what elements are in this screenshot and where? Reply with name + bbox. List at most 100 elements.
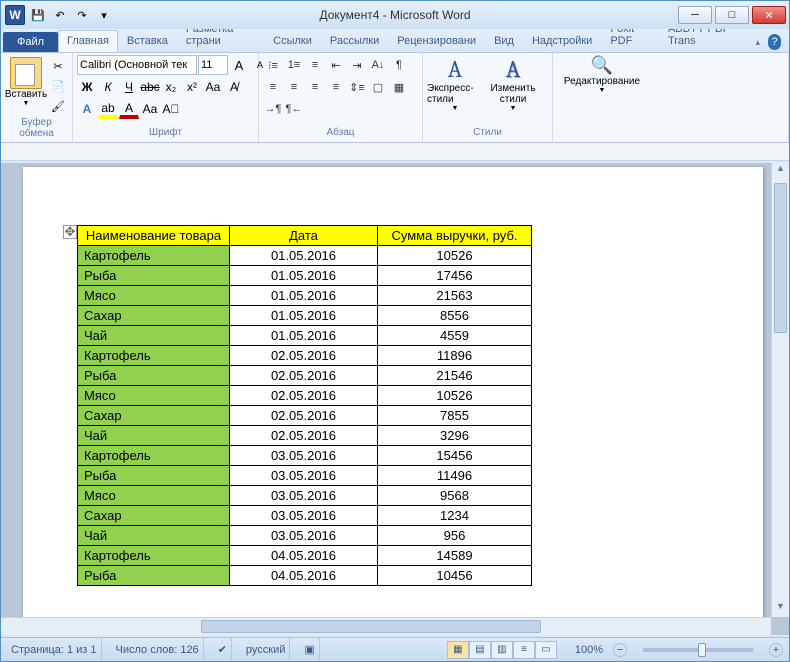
table-row[interactable]: Картофель04.05.201614589 — [78, 546, 532, 566]
table-row[interactable]: Чай02.05.20163296 — [78, 426, 532, 446]
word-icon[interactable]: W — [5, 5, 25, 25]
close-button[interactable]: ✕ — [752, 6, 786, 24]
table-row[interactable]: Мясо01.05.201621563 — [78, 286, 532, 306]
zoom-slider-thumb[interactable] — [698, 643, 706, 657]
table-cell[interactable]: 8556 — [378, 306, 532, 326]
draft-view-button[interactable]: ▭ — [535, 641, 557, 659]
sort-button[interactable]: A↓ — [368, 55, 388, 75]
maximize-button[interactable]: □ — [715, 6, 749, 24]
status-language[interactable]: русский — [242, 638, 290, 661]
cut-icon[interactable]: ✂ — [49, 57, 67, 75]
reading-view-button[interactable]: ▤ — [469, 641, 491, 659]
bullets-button[interactable]: ⁝≡ — [263, 55, 283, 75]
ruler[interactable] — [1, 143, 789, 161]
quick-styles-button[interactable]: A Экспресс-стили ▼ — [427, 55, 483, 112]
table-cell[interactable]: 02.05.2016 — [230, 426, 378, 446]
save-icon[interactable]: 💾 — [29, 6, 47, 24]
table-cell[interactable]: 15456 — [378, 446, 532, 466]
table-cell[interactable]: Чай — [78, 326, 230, 346]
borders-button[interactable]: ▦ — [389, 77, 409, 97]
table-cell[interactable]: 02.05.2016 — [230, 386, 378, 406]
table-row[interactable]: Чай03.05.2016956 — [78, 526, 532, 546]
decrease-indent-button[interactable]: ⇤ — [326, 55, 346, 75]
undo-icon[interactable]: ↶ — [51, 6, 69, 24]
table-header[interactable]: Наименование товара — [78, 226, 230, 246]
minimize-button[interactable]: ─ — [678, 6, 712, 24]
table-cell[interactable]: 02.05.2016 — [230, 406, 378, 426]
enclose-char-button[interactable]: A⃝ — [161, 99, 181, 119]
table-cell[interactable]: Рыба — [78, 366, 230, 386]
copy-icon[interactable]: 📄 — [49, 77, 67, 95]
web-view-button[interactable]: ▥ — [491, 641, 513, 659]
justify-button[interactable]: ≡ — [326, 77, 346, 97]
table-header[interactable]: Сумма выручки, руб. — [378, 226, 532, 246]
table-cell[interactable]: 04.05.2016 — [230, 566, 378, 586]
table-cell[interactable]: Мясо — [78, 486, 230, 506]
grow-font-icon[interactable]: A — [229, 55, 249, 75]
table-row[interactable]: Рыба04.05.201610456 — [78, 566, 532, 586]
align-center-button[interactable]: ≡ — [284, 77, 304, 97]
macro-icon[interactable]: ▣ — [300, 638, 319, 661]
shading-button[interactable]: ▢ — [368, 77, 388, 97]
table-move-handle-icon[interactable]: ✥ — [63, 225, 77, 239]
tab-вставка[interactable]: Вставка — [118, 30, 177, 52]
align-right-button[interactable]: ≡ — [305, 77, 325, 97]
proofing-icon[interactable]: ✔ — [214, 638, 232, 661]
tab-ссылки[interactable]: Ссылки — [264, 30, 321, 52]
underline-button[interactable]: Ч — [119, 77, 139, 97]
font-size-input[interactable] — [198, 55, 228, 75]
table-row[interactable]: Рыба02.05.201621546 — [78, 366, 532, 386]
table-cell[interactable]: 17456 — [378, 266, 532, 286]
table-cell[interactable]: Чай — [78, 426, 230, 446]
highlight-button[interactable]: ab — [98, 99, 118, 119]
status-page[interactable]: Страница: 1 из 1 — [7, 638, 102, 661]
subscript-button[interactable]: x₂ — [161, 77, 181, 97]
table-cell[interactable]: 14589 — [378, 546, 532, 566]
scrollbar-thumb[interactable] — [774, 183, 787, 333]
scroll-down-icon[interactable]: ▼ — [772, 601, 789, 617]
ltr-button[interactable]: →¶ — [263, 99, 283, 119]
table-cell[interactable]: Сахар — [78, 406, 230, 426]
zoom-slider[interactable] — [643, 648, 753, 652]
table-cell[interactable]: Чай — [78, 526, 230, 546]
table-cell[interactable]: 03.05.2016 — [230, 466, 378, 486]
table-cell[interactable]: 10526 — [378, 386, 532, 406]
multilevel-button[interactable]: ≡ — [305, 55, 325, 75]
table-cell[interactable]: Рыба — [78, 266, 230, 286]
tab-рецензировани[interactable]: Рецензировани — [388, 30, 485, 52]
scroll-up-icon[interactable]: ▲ — [772, 163, 789, 179]
table-row[interactable]: Рыба03.05.201611496 — [78, 466, 532, 486]
format-painter-icon[interactable]: 🖌 — [49, 97, 67, 115]
table-cell[interactable]: 01.05.2016 — [230, 286, 378, 306]
tab-рассылки[interactable]: Рассылки — [321, 30, 388, 52]
superscript-button[interactable]: x² — [182, 77, 202, 97]
increase-indent-button[interactable]: ⇥ — [347, 55, 367, 75]
table-cell[interactable]: 3296 — [378, 426, 532, 446]
table-cell[interactable]: Рыба — [78, 466, 230, 486]
table-row[interactable]: Сахар03.05.20161234 — [78, 506, 532, 526]
bold-button[interactable]: Ж — [77, 77, 97, 97]
tab-главная[interactable]: Главная — [58, 30, 118, 52]
ribbon-minimize-icon[interactable]: ▴ — [756, 37, 761, 48]
table-row[interactable]: Картофель01.05.201610526 — [78, 246, 532, 266]
table-row[interactable]: Картофель02.05.201611896 — [78, 346, 532, 366]
show-marks-button[interactable]: ¶ — [389, 55, 409, 75]
table-cell[interactable]: 11896 — [378, 346, 532, 366]
table-header[interactable]: Дата — [230, 226, 378, 246]
table-cell[interactable]: 21563 — [378, 286, 532, 306]
table-cell[interactable]: 02.05.2016 — [230, 366, 378, 386]
table-cell[interactable]: 21546 — [378, 366, 532, 386]
print-layout-view-button[interactable]: ▦ — [447, 641, 469, 659]
table-cell[interactable]: Мясо — [78, 386, 230, 406]
table-row[interactable]: Мясо02.05.201610526 — [78, 386, 532, 406]
redo-icon[interactable]: ↷ — [73, 6, 91, 24]
zoom-level[interactable]: 100% — [575, 644, 603, 656]
table-cell[interactable]: 1234 — [378, 506, 532, 526]
table-cell[interactable]: 11496 — [378, 466, 532, 486]
clear-format-icon[interactable]: A̸ — [224, 77, 244, 97]
paste-button[interactable]: Вставить ▼ — [5, 55, 47, 107]
table-cell[interactable]: Сахар — [78, 306, 230, 326]
text-effects-button[interactable]: A — [77, 99, 97, 119]
table-cell[interactable]: 02.05.2016 — [230, 346, 378, 366]
vertical-scrollbar[interactable]: ▲ ▼ — [771, 163, 789, 617]
